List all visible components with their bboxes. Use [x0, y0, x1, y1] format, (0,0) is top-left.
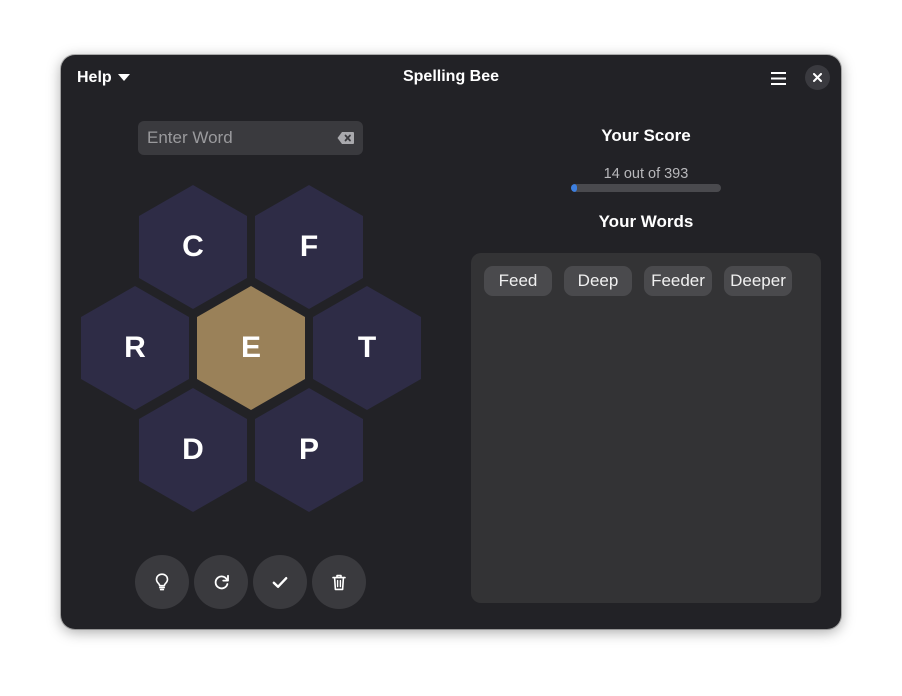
close-icon	[813, 73, 822, 82]
check-icon	[272, 576, 288, 588]
trash-icon	[332, 574, 346, 590]
hive-letter: C	[182, 230, 204, 263]
hint-button[interactable]	[135, 555, 189, 609]
delete-button[interactable]	[312, 555, 366, 609]
hive-cell-c[interactable]: C	[139, 185, 247, 309]
hive-cell-r[interactable]: R	[81, 286, 189, 410]
hive-letter: R	[124, 331, 146, 364]
found-word-chip: Feeder	[644, 266, 712, 296]
submit-button[interactable]	[253, 555, 307, 609]
hive-cell-p[interactable]: P	[255, 388, 363, 512]
main-menu-button[interactable]	[765, 66, 791, 90]
score-title: Your Score	[601, 126, 691, 145]
app-window: Help Spelling Bee C F R	[61, 55, 841, 629]
close-button[interactable]	[805, 65, 830, 90]
hive-cell-f[interactable]: F	[255, 185, 363, 309]
found-words-panel: Feed Deep Feeder Deeper	[471, 253, 821, 603]
score-progress-fill	[571, 184, 577, 192]
hive-cell-center[interactable]: E	[197, 286, 305, 410]
hive-letter: P	[298, 433, 319, 466]
hive-center-letter: E	[240, 331, 261, 364]
hive-cell-t[interactable]: T	[313, 286, 421, 410]
hive-letter: F	[299, 230, 319, 263]
hive-letter: D	[182, 433, 204, 466]
found-word-chip: Feed	[484, 266, 552, 296]
hive-letter: T	[357, 331, 377, 364]
refresh-icon	[214, 574, 229, 589]
found-word-chip: Deeper	[724, 266, 792, 296]
hive-cell-d[interactable]: D	[139, 388, 247, 512]
score-progress-bar	[571, 184, 721, 192]
lightbulb-icon	[155, 573, 169, 591]
score-text: 14 out of 393	[603, 166, 689, 182]
hamburger-menu-icon	[770, 71, 786, 85]
found-word-chip: Deep	[564, 266, 632, 296]
words-title: Your Words	[598, 212, 694, 231]
letter-hive: C F R E T D P	[61, 55, 461, 535]
shuffle-button[interactable]	[194, 555, 248, 609]
